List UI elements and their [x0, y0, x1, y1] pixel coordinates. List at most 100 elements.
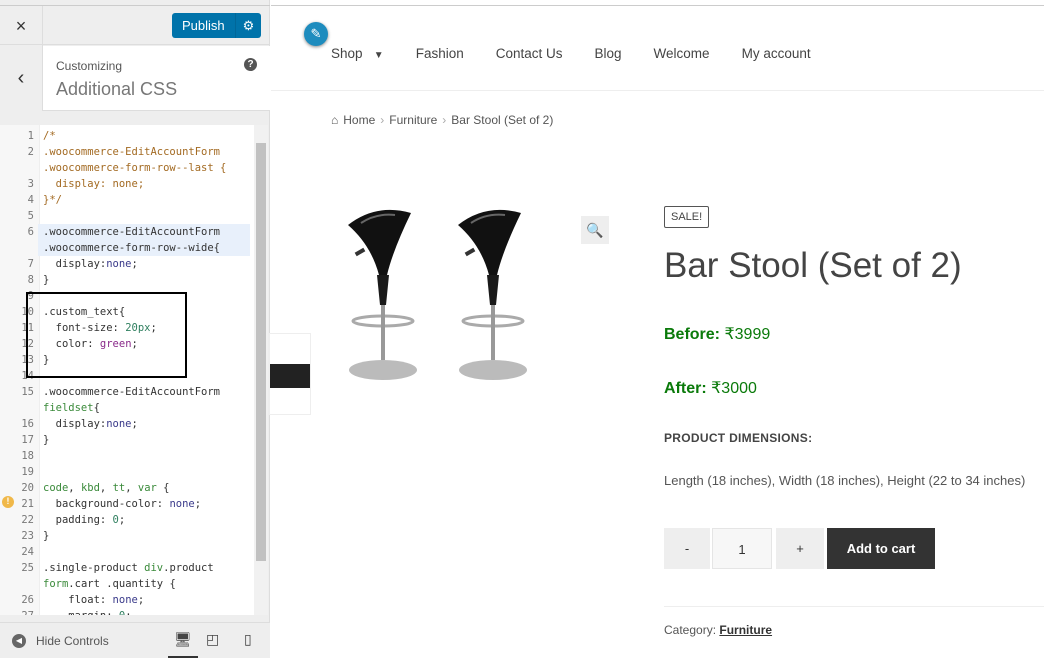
- mobile-icon[interactable]: ▯: [244, 631, 252, 648]
- code-line[interactable]: 7 display:none;: [0, 256, 268, 272]
- publish-button[interactable]: Publish: [172, 13, 235, 38]
- dimensions-value: Length (18 inches), Width (18 inches), H…: [664, 473, 1026, 488]
- quantity-minus-button[interactable]: -: [664, 528, 710, 569]
- code-text: .woocommerce-form-row--wide{: [38, 240, 250, 256]
- breadcrumb-furniture[interactable]: Furniture: [389, 113, 437, 127]
- line-number: 5: [27, 210, 34, 222]
- quantity-input[interactable]: 1: [712, 528, 772, 569]
- desktop-icon[interactable]: 🖥: [168, 631, 198, 658]
- line-number: 8: [27, 274, 34, 286]
- code-text: display:none;: [43, 258, 138, 270]
- gear-icon[interactable]: ⚙: [234, 13, 262, 38]
- customizer-sidebar: × Publish ⚙ ‹ Customizing Additional CSS…: [0, 0, 270, 658]
- code-text: .woocommerce-form-row--last {: [43, 162, 227, 174]
- site-preview: ✎ Shop ▼ Fashion Contact Us Blog Welcome…: [269, 0, 1044, 658]
- close-button[interactable]: ×: [0, 6, 43, 46]
- code-line[interactable]: 15 .woocommerce-EditAccountForm: [0, 384, 268, 400]
- code-text: }: [43, 434, 50, 446]
- scrollbar-thumb[interactable]: [256, 143, 266, 561]
- code-text: code, kbd, tt, var {: [43, 482, 170, 494]
- nav-item-blog[interactable]: Blog: [595, 46, 622, 61]
- chevron-down-icon[interactable]: ▼: [374, 50, 384, 61]
- tablet-icon[interactable]: ◰: [206, 631, 219, 648]
- code-line[interactable]: 24: [0, 544, 268, 560]
- line-number: [0, 240, 38, 256]
- publish-button-group: Publish ⚙: [172, 13, 262, 38]
- code-line[interactable]: 20 code, kbd, tt, var {: [0, 480, 268, 496]
- code-line[interactable]: 27 margin: 0;: [0, 608, 268, 615]
- line-number: 17: [21, 434, 34, 446]
- line-number: 23: [21, 530, 34, 542]
- code-text: display: none;: [43, 178, 145, 190]
- help-icon[interactable]: ?: [244, 58, 257, 71]
- collapse-icon: ◀: [12, 634, 26, 648]
- line-number: 1: [27, 130, 34, 142]
- code-line[interactable]: 26 float: none;: [0, 592, 268, 608]
- highlight-box: [26, 292, 187, 378]
- quantity-plus-button[interactable]: +: [776, 528, 824, 569]
- code-line[interactable]: ! 21 background-color: none;: [0, 496, 268, 512]
- edit-shortcut-pencil-icon[interactable]: ✎: [304, 22, 328, 46]
- customizer-header: × Publish ⚙: [0, 5, 270, 46]
- breadcrumb: ⌂ Home › Furniture › Bar Stool (Set of 2): [331, 113, 554, 127]
- zoom-icon[interactable]: 🔍: [581, 216, 609, 244]
- divider: [664, 606, 1044, 607]
- line-number: 25: [21, 562, 34, 574]
- category-link[interactable]: Furniture: [719, 623, 772, 637]
- code-line[interactable]: .woocommerce-form-row--wide{: [0, 240, 268, 256]
- code-text: fieldset{: [43, 402, 100, 414]
- code-line[interactable]: 4}*/: [0, 192, 268, 208]
- editor-scrollbar[interactable]: [254, 125, 268, 615]
- add-to-cart-button[interactable]: Add to cart: [827, 528, 935, 569]
- line-number: 24: [21, 546, 34, 558]
- code-text: form.cart .quantity {: [43, 578, 176, 590]
- code-line[interactable]: fieldset{: [0, 400, 268, 416]
- code-line[interactable]: 2 .woocommerce-EditAccountForm: [0, 144, 268, 160]
- customizing-label: Customizing: [56, 59, 123, 73]
- code-line[interactable]: 19: [0, 464, 268, 480]
- price-after: After: ₹3000: [664, 380, 757, 397]
- code-text: }: [43, 274, 50, 286]
- gallery-thumbnail[interactable]: [269, 333, 311, 415]
- code-line[interactable]: 3 display: none;: [0, 176, 268, 192]
- code-text: }*/: [43, 194, 62, 206]
- sale-badge: SALE!: [664, 206, 710, 228]
- code-line[interactable]: 6 .woocommerce-EditAccountForm: [0, 224, 268, 240]
- code-text: .woocommerce-EditAccountForm: [43, 146, 221, 158]
- nav-item-contact-us[interactable]: Contact Us: [496, 46, 563, 61]
- code-line[interactable]: 16 display:none;: [0, 416, 268, 432]
- line-number: 26: [21, 594, 34, 606]
- code-text: margin: 0;: [38, 608, 131, 615]
- back-button[interactable]: ‹: [0, 46, 43, 111]
- code-line[interactable]: 25 .single-product div.product: [0, 560, 268, 576]
- code-text: }: [43, 530, 50, 542]
- customizer-footer: ◀ Hide Controls 🖥 ◰ ▯: [0, 622, 270, 658]
- code-line[interactable]: 18: [0, 448, 268, 464]
- code-line[interactable]: 22 padding: 0;: [0, 512, 268, 528]
- nav-item-fashion[interactable]: Fashion: [416, 46, 464, 61]
- code-line[interactable]: 17}: [0, 432, 268, 448]
- code-line[interactable]: form.cart .quantity {: [0, 576, 268, 592]
- code-line[interactable]: 8}: [0, 272, 268, 288]
- section-header: ‹ Customizing Additional CSS ?: [0, 46, 270, 111]
- code-text: .single-product div.product: [43, 562, 214, 574]
- code-line[interactable]: 5: [0, 208, 268, 224]
- code-text: display:none;: [43, 418, 138, 430]
- code-line[interactable]: 23}: [0, 528, 268, 544]
- nav-item-my-account[interactable]: My account: [742, 46, 811, 61]
- product-category: Category: Furniture: [664, 623, 773, 637]
- dimensions-heading: PRODUCT DIMENSIONS:: [664, 431, 813, 445]
- product-title: Bar Stool (Set of 2): [664, 246, 962, 285]
- hide-controls-button[interactable]: ◀ Hide Controls: [12, 634, 109, 648]
- code-line[interactable]: 1 /*: [0, 128, 268, 144]
- hide-controls-label: Hide Controls: [36, 634, 109, 648]
- warning-icon[interactable]: !: [2, 496, 14, 508]
- breadcrumb-home[interactable]: Home: [343, 113, 375, 127]
- site-header: ✎ Shop ▼ Fashion Contact Us Blog Welcome…: [271, 5, 1044, 91]
- nav-item-welcome[interactable]: Welcome: [654, 46, 710, 61]
- code-line[interactable]: .woocommerce-form-row--last {: [0, 160, 268, 176]
- product-image[interactable]: [331, 205, 571, 395]
- nav-item-shop[interactable]: Shop ▼: [331, 46, 384, 61]
